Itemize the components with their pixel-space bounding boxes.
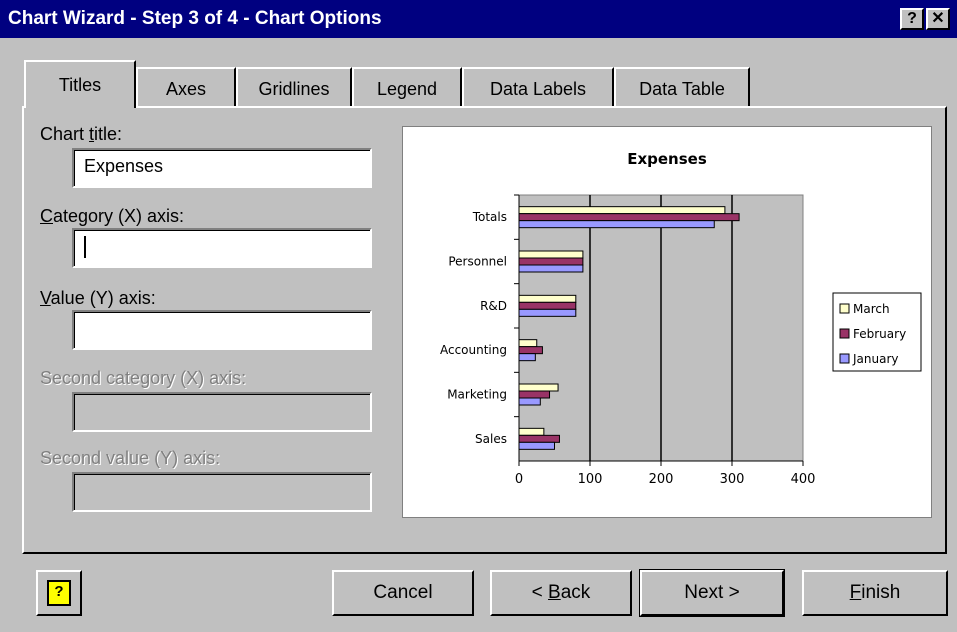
help-button[interactable]: ? — [36, 570, 82, 616]
tab-label: Data Labels — [489, 79, 587, 99]
value-y-axis-input[interactable] — [72, 310, 372, 350]
chart-title-value: Expenses — [84, 156, 164, 176]
close-icon[interactable]: ✕ — [926, 8, 950, 30]
finish-button[interactable]: Finish — [802, 570, 948, 616]
y-tick-label: R&D — [480, 299, 507, 313]
tab-data-labels[interactable]: Data Labels — [462, 67, 614, 107]
tab-legend[interactable]: Legend — [352, 67, 462, 107]
bar-january-marketing — [518, 397, 541, 406]
tab-label: Data Table — [639, 79, 725, 99]
tab-label: Titles — [58, 75, 102, 95]
bar-january-totals — [518, 220, 715, 229]
legend-swatch — [839, 328, 850, 339]
x-tick-label: 100 — [578, 472, 603, 487]
chart-title-label: Chart title: — [40, 124, 123, 144]
bar-february-personnel — [518, 257, 584, 266]
x-tick-label: 0 — [515, 472, 523, 487]
tab-gridlines[interactable]: Gridlines — [236, 67, 352, 107]
category-x-axis-input[interactable] — [72, 228, 372, 268]
y-tick-label: Totals — [472, 210, 507, 224]
bar-march-marketing — [518, 383, 559, 392]
x-tick-label: 200 — [649, 472, 674, 487]
second-value-y-axis-input — [72, 472, 372, 512]
bar-march-totals — [518, 206, 726, 215]
y-tick-label: Sales — [475, 432, 507, 446]
category-x-axis-label: Category (X) axis: — [40, 206, 185, 226]
y-tick-label: Accounting — [440, 343, 507, 357]
second-value-y-axis-label: Second value (Y) axis: — [40, 448, 221, 468]
y-tick-label: Personnel — [448, 255, 507, 269]
bar-january-accounting — [518, 353, 536, 362]
bar-february-accounting — [518, 346, 543, 355]
next-button[interactable]: Next > — [639, 569, 785, 617]
second-category-x-axis-label: Second category (X) axis: — [40, 368, 247, 388]
chart-preview: Expenses 0 100 200 300 400 Sales Marketing Accou… — [402, 126, 932, 518]
cancel-button[interactable]: Cancel — [332, 570, 474, 616]
tab-titles[interactable]: Titles — [24, 60, 136, 108]
chart-title: Expenses — [627, 150, 707, 168]
bar-february-marketing — [518, 390, 551, 399]
second-category-x-axis-input — [72, 392, 372, 432]
x-tick-label: 300 — [720, 472, 745, 487]
x-tick-label: 400 — [791, 472, 816, 487]
help-question-icon: ? — [47, 579, 71, 606]
back-button[interactable]: < Back — [490, 570, 632, 616]
bar-march-personnel — [518, 250, 584, 259]
bar-january-personnel — [518, 264, 584, 273]
legend-label: February — [853, 327, 906, 341]
chart-title-input[interactable]: Expenses — [72, 148, 372, 188]
legend-label: January — [852, 352, 899, 366]
help-icon[interactable]: ? — [900, 8, 924, 30]
window-title: Chart Wizard - Step 3 of 4 - Chart Optio… — [8, 8, 382, 29]
value-y-axis-label: Value (Y) axis: — [40, 288, 156, 308]
tab-label: Axes — [165, 79, 207, 99]
tab-data-table[interactable]: Data Table — [614, 67, 750, 107]
tab-label: Legend — [376, 79, 438, 99]
bar-march-rd — [518, 294, 577, 303]
y-tick-label: Marketing — [447, 388, 507, 402]
title-bar: Chart Wizard - Step 3 of 4 - Chart Optio… — [0, 0, 957, 38]
chart-svg: Expenses 0 100 200 300 400 Sales Marketing Accou… — [440, 150, 922, 487]
bar-march-accounting — [518, 339, 538, 348]
bar-january-sales — [518, 441, 555, 450]
tab-label: Gridlines — [258, 79, 330, 99]
bar-january-rd — [518, 308, 577, 317]
bar-february-sales — [518, 434, 560, 443]
legend-label: March — [853, 302, 890, 316]
tab-axes[interactable]: Axes — [136, 67, 236, 107]
bar-february-rd — [518, 301, 577, 310]
bar-march-sales — [518, 427, 545, 436]
legend-swatch — [839, 303, 850, 314]
bar-february-totals — [518, 213, 740, 222]
text-caret — [84, 236, 86, 259]
legend-swatch — [839, 353, 850, 364]
